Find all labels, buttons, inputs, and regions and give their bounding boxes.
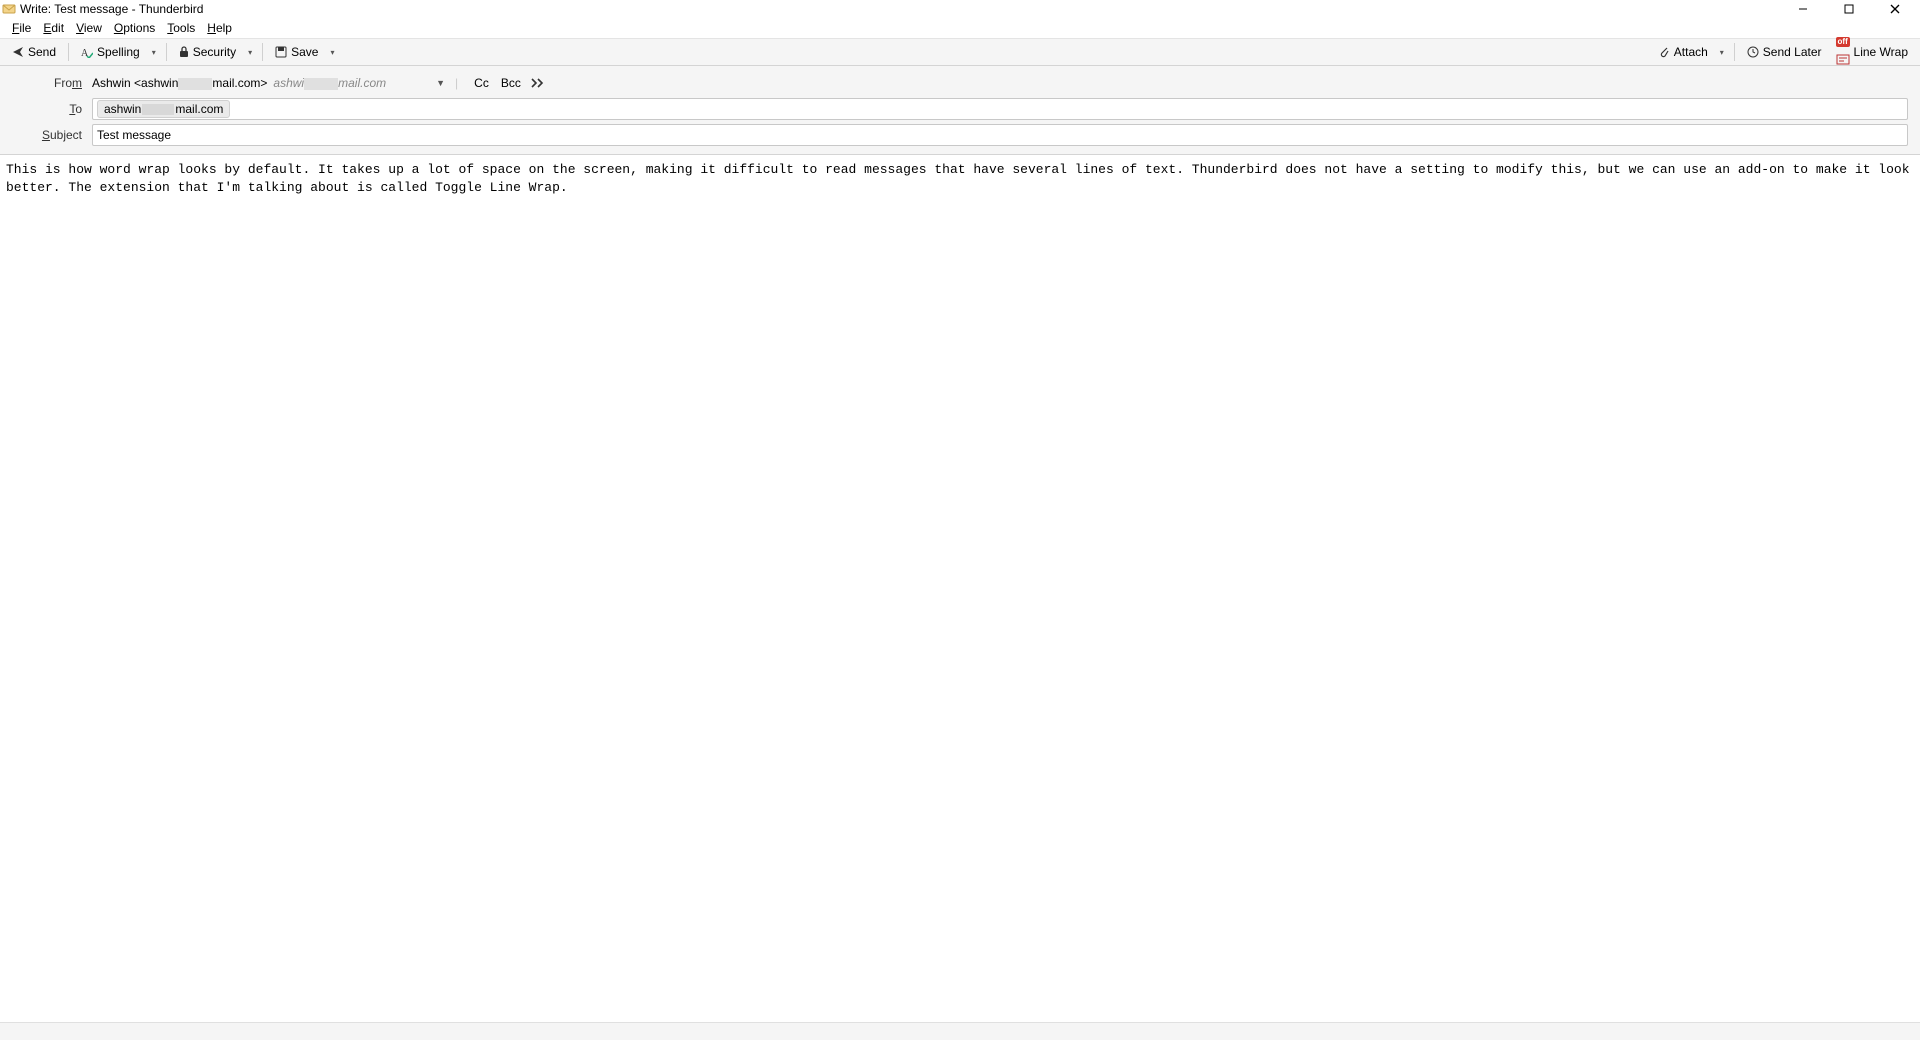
close-button[interactable] [1872, 0, 1918, 18]
line-wrap-badge: off [1836, 37, 1850, 47]
app-icon [2, 2, 16, 16]
save-dropdown[interactable]: ▾ [326, 40, 338, 64]
from-dropdown-icon[interactable]: ▼ [436, 78, 445, 88]
paperclip-icon [1658, 45, 1670, 59]
message-headers: From Ashwin <ashwinmail.com> ashwimail.c… [0, 66, 1920, 155]
send-button[interactable]: Send [6, 40, 62, 64]
lock-icon [179, 46, 189, 58]
send-later-label: Send Later [1763, 45, 1822, 59]
maximize-button[interactable] [1826, 0, 1872, 18]
from-account: ashwimail.com [273, 76, 386, 90]
menu-help[interactable]: Help [201, 20, 238, 36]
toolbar-separator [166, 43, 167, 61]
from-value[interactable]: Ashwin <ashwinmail.com> ashwimail.com ▼ [92, 76, 445, 90]
to-row: To ashwinmail.com [0, 96, 1920, 122]
attach-label: Attach [1674, 45, 1708, 59]
security-button[interactable]: Security [173, 40, 242, 64]
toolbar-separator [262, 43, 263, 61]
subject-field[interactable] [92, 124, 1908, 146]
menu-edit[interactable]: Edit [37, 20, 70, 36]
line-wrap-icon: off [1836, 39, 1850, 65]
minimize-button[interactable] [1780, 0, 1826, 18]
spelling-dropdown[interactable]: ▾ [148, 40, 160, 64]
menu-view[interactable]: View [70, 20, 108, 36]
spelling-button[interactable]: A Spelling [75, 40, 146, 64]
save-label: Save [291, 45, 318, 59]
status-bar [0, 1022, 1920, 1040]
security-label: Security [193, 45, 236, 59]
spelling-icon: A [81, 46, 93, 58]
menu-options[interactable]: Options [108, 20, 161, 36]
from-display: Ashwin <ashwinmail.com> [92, 76, 267, 90]
subject-row: Subject [0, 122, 1920, 148]
toolbar-separator [1734, 43, 1735, 61]
line-wrap-label: Line Wrap [1854, 45, 1908, 59]
title-bar: Write: Test message - Thunderbird [0, 0, 1920, 18]
bcc-button[interactable]: Bcc [495, 76, 527, 90]
menu-file[interactable]: File [6, 20, 37, 36]
to-field[interactable]: ashwinmail.com [92, 98, 1908, 120]
expand-recipients-icon[interactable] [527, 78, 549, 88]
cc-button[interactable]: Cc [468, 76, 495, 90]
menu-tools[interactable]: Tools [161, 20, 201, 36]
recipient-pill[interactable]: ashwinmail.com [97, 100, 230, 118]
security-dropdown[interactable]: ▾ [244, 40, 256, 64]
spelling-label: Spelling [97, 45, 140, 59]
to-label: To [6, 102, 92, 116]
send-label: Send [28, 45, 56, 59]
message-body[interactable]: This is how word wrap looks by default. … [0, 155, 1920, 202]
menu-bar: File Edit View Options Tools Help [0, 18, 1920, 38]
toolbar: Send A Spelling ▾ Security ▾ Save ▾ Atta… [0, 38, 1920, 66]
from-row: From Ashwin <ashwinmail.com> ashwimail.c… [0, 70, 1920, 96]
send-later-button[interactable]: Send Later [1741, 40, 1828, 64]
send-icon [12, 46, 24, 58]
clock-icon [1747, 46, 1759, 58]
toolbar-separator [68, 43, 69, 61]
save-button[interactable]: Save [269, 40, 324, 64]
window-title: Write: Test message - Thunderbird [20, 2, 203, 16]
separator: | [455, 76, 458, 90]
line-wrap-button[interactable]: off Line Wrap [1830, 40, 1914, 64]
from-label: From [6, 76, 92, 90]
attach-dropdown[interactable]: ▾ [1716, 40, 1728, 64]
attach-button[interactable]: Attach [1652, 40, 1714, 64]
subject-label: Subject [6, 128, 92, 142]
subject-input[interactable] [97, 128, 1903, 142]
save-icon [275, 46, 287, 58]
